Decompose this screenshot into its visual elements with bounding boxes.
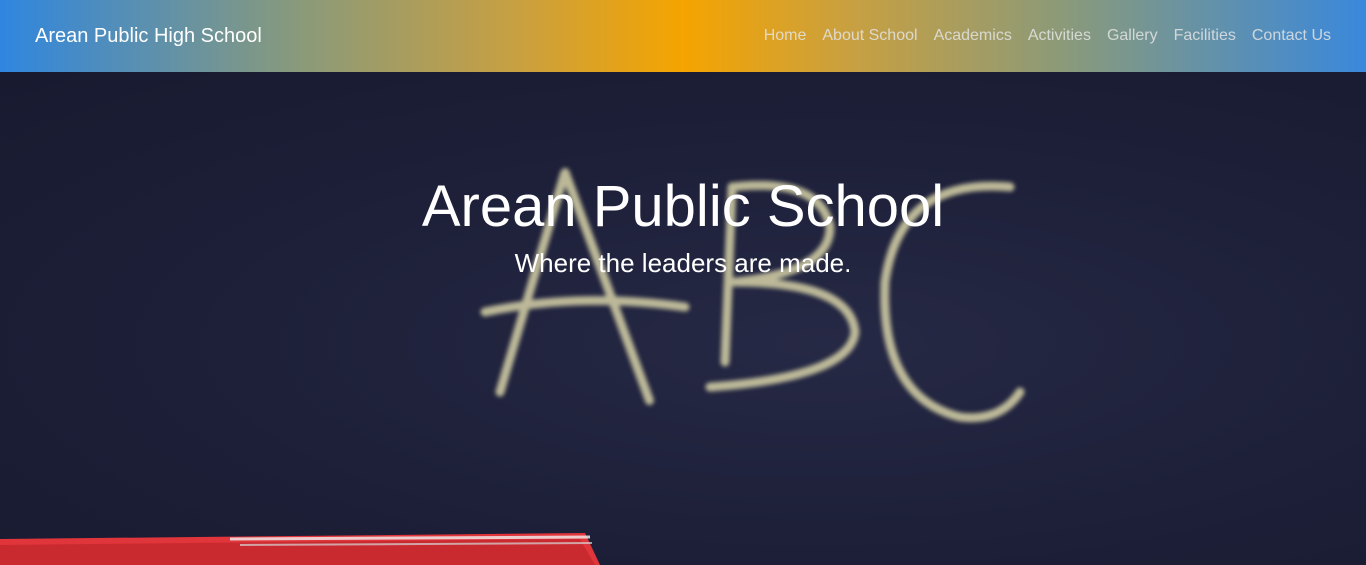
nav-item: Academics	[934, 27, 1012, 45]
nav-link-contact-us[interactable]: Contact Us	[1252, 27, 1331, 44]
nav-item: About School	[822, 27, 917, 45]
nav-item: Home	[764, 27, 807, 45]
nav-item: Contact Us	[1252, 27, 1331, 45]
top-navbar: Arean Public High School Home About Scho…	[0, 0, 1366, 72]
hero-section: Arean Public School Where the leaders ar…	[0, 72, 1366, 565]
nav-link-facilities[interactable]: Facilities	[1174, 27, 1236, 44]
nav-link-activities[interactable]: Activities	[1028, 27, 1091, 44]
hero-text: Arean Public School Where the leaders ar…	[0, 172, 1366, 278]
nav-item: Gallery	[1107, 27, 1158, 45]
hero-title: Arean Public School	[421, 174, 945, 239]
nav-link-academics[interactable]: Academics	[934, 27, 1012, 44]
nav-link-home[interactable]: Home	[764, 27, 807, 44]
nav-link-about-school[interactable]: About School	[822, 27, 917, 44]
hero-tagline: Where the leaders are made.	[514, 248, 852, 278]
nav-links: Home About School Academics Activities G…	[748, 27, 1331, 45]
nav-item: Activities	[1028, 27, 1091, 45]
red-book-image	[0, 533, 600, 565]
nav-item: Facilities	[1174, 27, 1236, 45]
brand-link[interactable]: Arean Public High School	[35, 25, 262, 48]
nav-link-gallery[interactable]: Gallery	[1107, 27, 1158, 44]
